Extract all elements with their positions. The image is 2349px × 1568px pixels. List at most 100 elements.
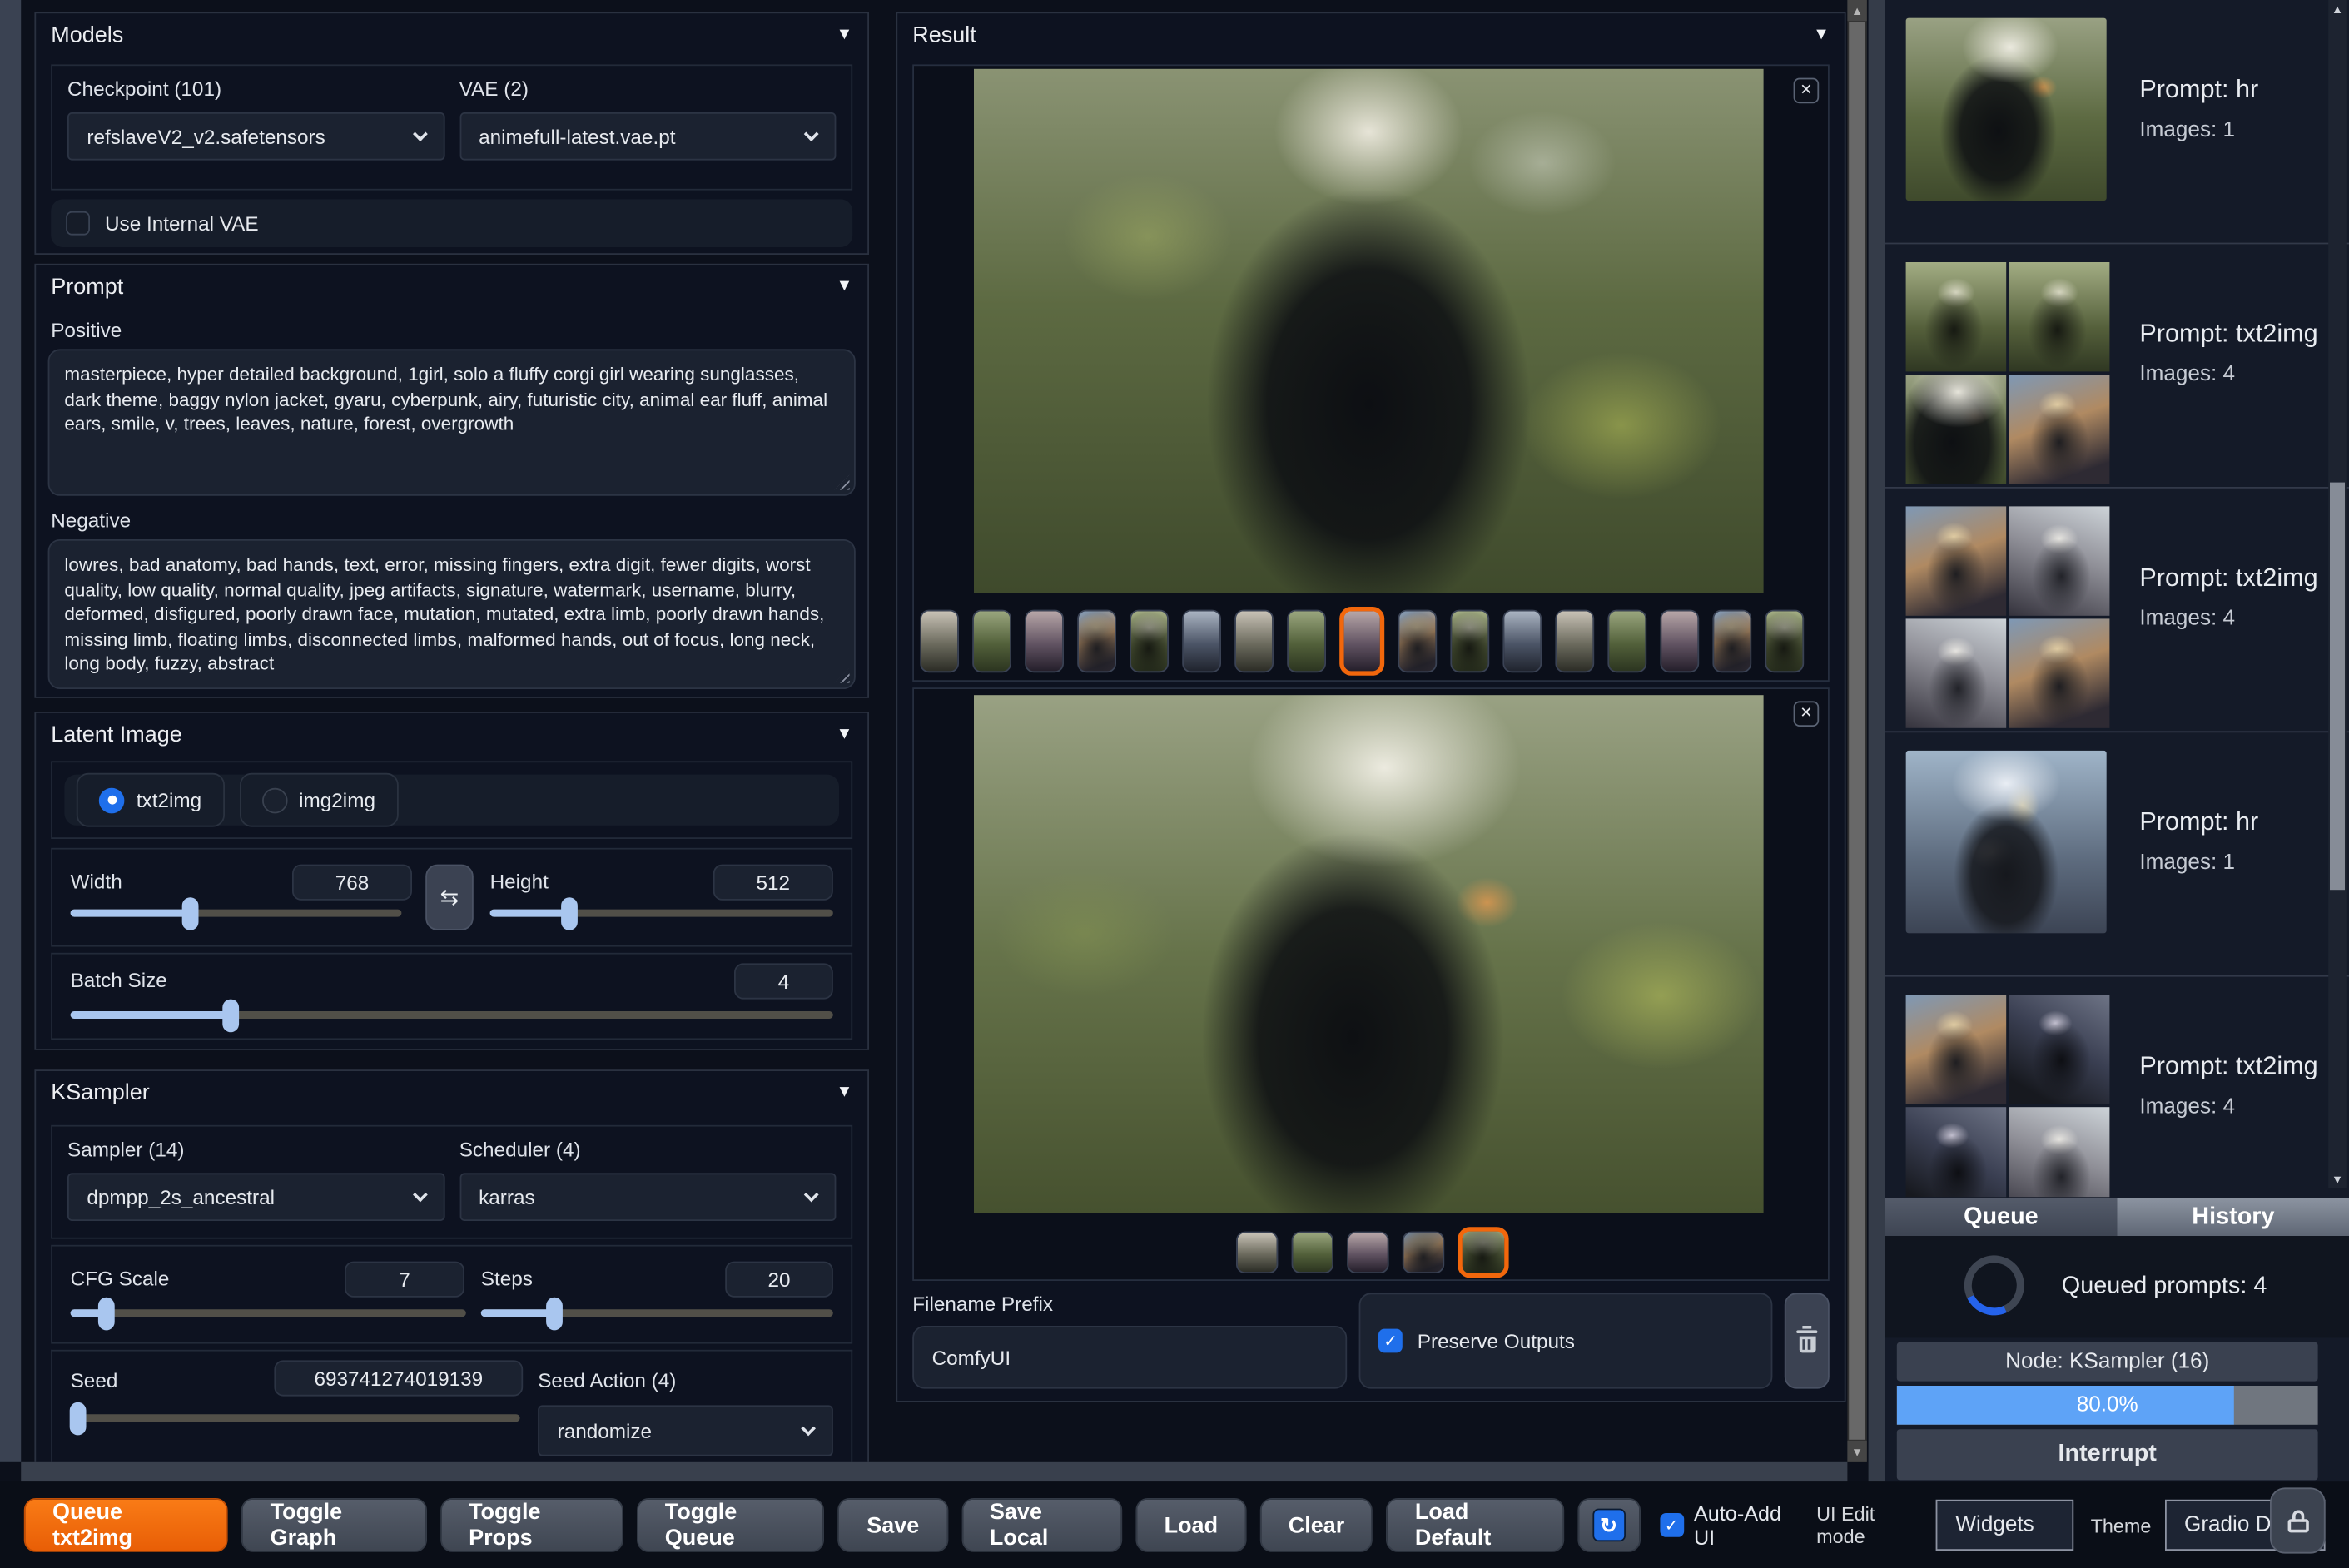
- scrollbar-thumb[interactable]: [1849, 22, 1865, 1440]
- gallery-thumbnail[interactable]: [1402, 1231, 1445, 1273]
- history-thumbnail[interactable]: [2009, 618, 2110, 728]
- scroll-up-icon[interactable]: ▲: [1847, 0, 1867, 22]
- collapse-icon[interactable]: ▼: [837, 26, 853, 44]
- result-image[interactable]: [974, 695, 1764, 1213]
- resize-grip-icon[interactable]: [834, 474, 850, 490]
- collapse-icon[interactable]: ▼: [837, 1083, 853, 1101]
- width-slider[interactable]: [70, 896, 402, 930]
- history-thumbnail[interactable]: [2009, 506, 2110, 616]
- close-icon[interactable]: ✕: [1793, 77, 1820, 104]
- history-scrollbar[interactable]: ▲ ▼: [2328, 0, 2347, 1188]
- load-default-button[interactable]: Load Default: [1386, 1498, 1565, 1552]
- toggle-props-button[interactable]: Toggle Props: [440, 1498, 623, 1552]
- gallery-thumbnail-selected[interactable]: [1339, 607, 1385, 676]
- history-thumbnail[interactable]: [2009, 1107, 2110, 1198]
- toggle-graph-button[interactable]: Toggle Graph: [241, 1498, 427, 1552]
- gallery-thumbnail[interactable]: [1660, 609, 1700, 673]
- gallery-thumbnail[interactable]: [1502, 609, 1542, 673]
- steps-input[interactable]: 20: [725, 1261, 833, 1298]
- gallery-thumbnail[interactable]: [1025, 609, 1064, 673]
- history-item[interactable]: Prompt: txt2img Images: 4: [1885, 977, 2349, 1198]
- history-thumbnail-grid[interactable]: [1905, 995, 2113, 1198]
- history-thumbnail[interactable]: [1905, 17, 2107, 201]
- height-slider[interactable]: [489, 896, 833, 930]
- sampler-dropdown[interactable]: dpmpp_2s_ancestral: [67, 1173, 444, 1221]
- gallery-thumbnail[interactable]: [1347, 1231, 1389, 1273]
- history-thumbnail[interactable]: [1905, 375, 2007, 484]
- radio-txt2img[interactable]: txt2img: [76, 772, 225, 827]
- gallery-thumbnail[interactable]: [1130, 609, 1169, 673]
- gallery-thumbnail[interactable]: [1450, 609, 1490, 673]
- checkpoint-dropdown[interactable]: refslaveV2_v2.safetensors: [67, 112, 444, 161]
- gallery-thumbnail[interactable]: [1712, 609, 1752, 673]
- tab-history[interactable]: History: [2117, 1198, 2349, 1236]
- scrollbar-thumb[interactable]: [2330, 482, 2345, 891]
- delete-outputs-button[interactable]: [1784, 1293, 1830, 1389]
- width-input[interactable]: 768: [292, 864, 412, 901]
- cfg-scale-slider[interactable]: [70, 1296, 466, 1330]
- gallery-thumbnail-selected[interactable]: [1458, 1227, 1509, 1278]
- filename-prefix-input[interactable]: ComfyUI: [912, 1326, 1348, 1389]
- cfg-scale-input[interactable]: 7: [345, 1261, 464, 1298]
- positive-prompt-textarea[interactable]: masterpiece, hyper detailed background, …: [47, 349, 856, 496]
- clear-button[interactable]: Clear: [1259, 1498, 1373, 1552]
- resize-grip-icon[interactable]: [834, 667, 850, 683]
- scroll-down-icon[interactable]: ▼: [2328, 1170, 2347, 1188]
- main-scrollbar[interactable]: ▲ ▼: [1847, 0, 1867, 1462]
- result-image[interactable]: [974, 68, 1764, 593]
- load-button[interactable]: Load: [1135, 1498, 1247, 1552]
- close-icon[interactable]: ✕: [1793, 701, 1820, 727]
- negative-prompt-textarea[interactable]: lowres, bad anatomy, bad hands, text, er…: [47, 539, 856, 689]
- gallery-thumbnail[interactable]: [972, 609, 1011, 673]
- history-thumbnail-grid[interactable]: [1905, 506, 2113, 728]
- history-thumbnail[interactable]: [1905, 995, 2007, 1104]
- scroll-up-icon[interactable]: ▲: [2328, 0, 2347, 18]
- history-item[interactable]: Prompt: hr Images: 1: [1885, 0, 2349, 245]
- ui-edit-mode-select[interactable]: Widgets: [1936, 1499, 2074, 1551]
- gallery-thumbnail[interactable]: [1182, 609, 1221, 673]
- gallery-thumbnail[interactable]: [1765, 609, 1805, 673]
- history-item[interactable]: Prompt: hr Images: 1: [1885, 732, 2349, 977]
- scroll-down-icon[interactable]: ▼: [1847, 1441, 1867, 1462]
- history-item[interactable]: Prompt: txt2img Images: 4: [1885, 489, 2349, 733]
- use-internal-vae-checkbox[interactable]: ✓: [66, 211, 90, 236]
- horizontal-scrollbar-track[interactable]: [21, 1461, 1848, 1482]
- auto-add-ui-checkbox[interactable]: ✓: [1659, 1513, 1684, 1537]
- steps-slider[interactable]: [480, 1296, 833, 1330]
- interrupt-button[interactable]: Interrupt: [1896, 1429, 2318, 1481]
- seed-slider[interactable]: [68, 1401, 520, 1435]
- history-thumbnail[interactable]: [1905, 618, 2007, 728]
- height-input[interactable]: 512: [713, 864, 833, 901]
- swap-dimensions-button[interactable]: ⇆: [425, 864, 474, 930]
- history-thumbnail[interactable]: [2009, 262, 2110, 372]
- scheduler-dropdown[interactable]: karras: [459, 1173, 837, 1221]
- gallery-thumbnail[interactable]: [1077, 609, 1116, 673]
- gallery-thumbnail[interactable]: [1607, 609, 1647, 673]
- gallery-thumbnail[interactable]: [1291, 1231, 1333, 1273]
- queue-txt2img-button[interactable]: Queue txt2img: [23, 1498, 229, 1552]
- gallery-thumbnail[interactable]: [920, 609, 959, 673]
- collapse-icon[interactable]: ▼: [837, 725, 853, 743]
- save-local-button[interactable]: Save Local: [961, 1498, 1123, 1552]
- history-thumbnail[interactable]: [2009, 375, 2110, 484]
- seed-input[interactable]: 693741274019139: [274, 1360, 524, 1397]
- seed-action-dropdown[interactable]: randomize: [538, 1405, 833, 1456]
- history-thumbnail[interactable]: [1905, 1107, 2007, 1198]
- batch-size-input[interactable]: 4: [734, 963, 833, 1000]
- gallery-thumbnail[interactable]: [1287, 609, 1326, 673]
- tab-queue[interactable]: Queue: [1885, 1198, 2118, 1236]
- gallery-thumbnail[interactable]: [1555, 609, 1595, 673]
- history-thumbnail[interactable]: [1905, 750, 2107, 934]
- collapse-icon[interactable]: ▼: [1813, 26, 1830, 44]
- vae-dropdown[interactable]: animefull-latest.vae.pt: [459, 112, 837, 161]
- history-thumbnail[interactable]: [2009, 995, 2110, 1104]
- collapse-icon[interactable]: ▼: [837, 277, 853, 295]
- preserve-outputs-checkbox[interactable]: ✓: [1378, 1328, 1403, 1353]
- history-item[interactable]: Prompt: txt2img Images: 4: [1885, 244, 2349, 489]
- gallery-thumbnail[interactable]: [1234, 609, 1274, 673]
- history-thumbnail[interactable]: [1905, 262, 2007, 372]
- save-button[interactable]: Save: [838, 1498, 948, 1552]
- refresh-button[interactable]: ↻: [1577, 1498, 1641, 1552]
- gallery-thumbnail[interactable]: [1398, 609, 1438, 673]
- toggle-queue-button[interactable]: Toggle Queue: [636, 1498, 825, 1552]
